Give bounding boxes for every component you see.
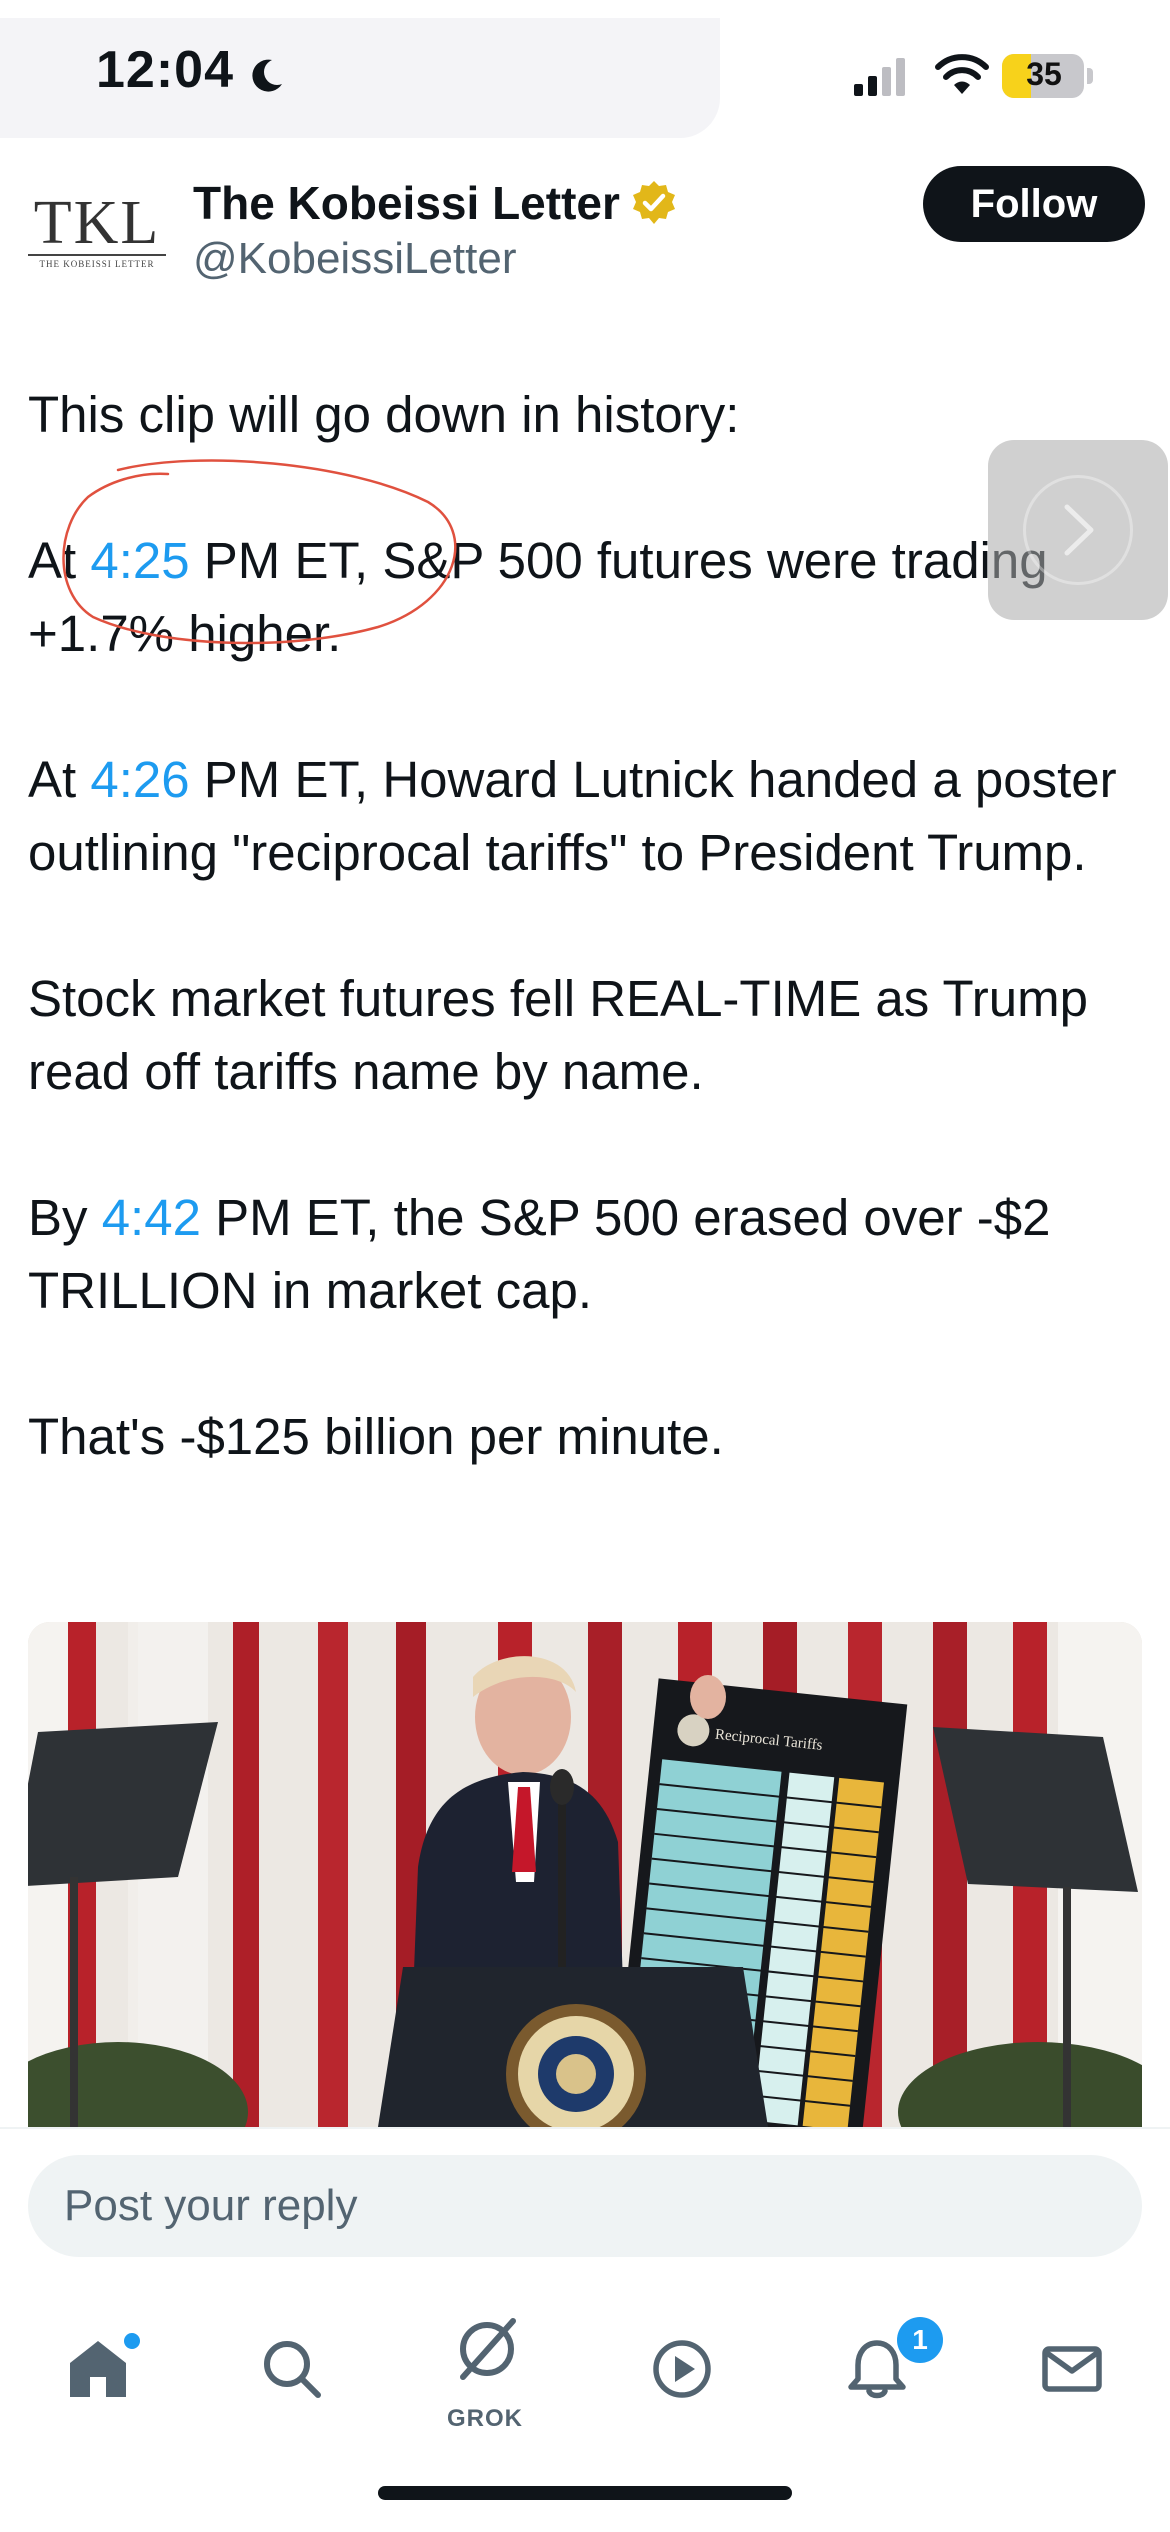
chevron-right-icon: [1064, 504, 1094, 556]
home-indicator[interactable]: [378, 2486, 792, 2500]
tab-grok[interactable]: GROK: [425, 2317, 545, 2437]
post-text: This clip will go down in history: At 4:…: [28, 378, 1148, 1546]
video-frame: Reciprocal Tariffs: [28, 1622, 1142, 2127]
tab-search[interactable]: [230, 2317, 350, 2437]
post-paragraph: By 4:42 PM ET, the S&P 500 erased over -…: [28, 1189, 1051, 1319]
follow-button[interactable]: Follow: [923, 166, 1145, 242]
reply-input[interactable]: Post your reply: [28, 2155, 1142, 2257]
author-name[interactable]: The Kobeissi Letter: [193, 176, 620, 230]
search-icon: [264, 2341, 321, 2398]
video-preview[interactable]: Reciprocal Tariffs: [28, 1622, 1142, 2127]
post-paragraph: At 4:25 PM ET, S&P 500 futures were trad…: [28, 532, 1048, 662]
verified-badge-icon[interactable]: [630, 179, 678, 227]
post-paragraph: That's -$125 billion per minute.: [28, 1408, 724, 1465]
grok-label: GROK: [447, 2405, 523, 2432]
grok-icon: [460, 2318, 516, 2380]
notification-badge: 1: [897, 2317, 943, 2363]
tab-video[interactable]: [620, 2317, 740, 2437]
status-bar: 12:04 35: [0, 0, 1170, 150]
timestamp-link[interactable]: 4:25: [90, 532, 189, 589]
tab-messages[interactable]: [1010, 2317, 1130, 2437]
new-posts-indicator: [124, 2333, 140, 2349]
tab-home[interactable]: [36, 2317, 156, 2437]
home-icon: [70, 2341, 126, 2397]
author-handle[interactable]: @KobeissiLetter: [193, 234, 517, 284]
next-media-button[interactable]: [988, 440, 1168, 620]
status-time: 12:04: [96, 41, 234, 99]
avatar-logo-text: TKL: [33, 189, 161, 257]
mail-icon: [1042, 2346, 1102, 2392]
signal-icon: [854, 58, 905, 96]
avatar[interactable]: TKL THE KOBEISSI LETTER: [28, 192, 166, 272]
timestamp-link[interactable]: 4:42: [102, 1189, 201, 1246]
author-name-row[interactable]: The Kobeissi Letter: [193, 170, 678, 236]
battery-level: 35: [1026, 56, 1062, 92]
wifi-icon: [935, 54, 989, 94]
timestamp-link[interactable]: 4:26: [90, 751, 189, 808]
play-icon: [653, 2340, 711, 2398]
tab-notifications[interactable]: 1: [815, 2317, 943, 2437]
post-paragraph: Stock market futures fell REAL-TIME as T…: [28, 970, 1088, 1100]
post-paragraph: At 4:26 PM ET, Howard Lutnick handed a p…: [28, 751, 1117, 881]
post-paragraph: This clip will go down in history:: [28, 386, 740, 443]
moon-icon: [252, 59, 282, 92]
post-author: TKL THE KOBEISSI LETTER The Kobeissi Let…: [28, 166, 1148, 300]
battery-icon: 35: [1002, 54, 1094, 98]
reply-bar: Post your reply: [0, 2127, 1170, 2267]
